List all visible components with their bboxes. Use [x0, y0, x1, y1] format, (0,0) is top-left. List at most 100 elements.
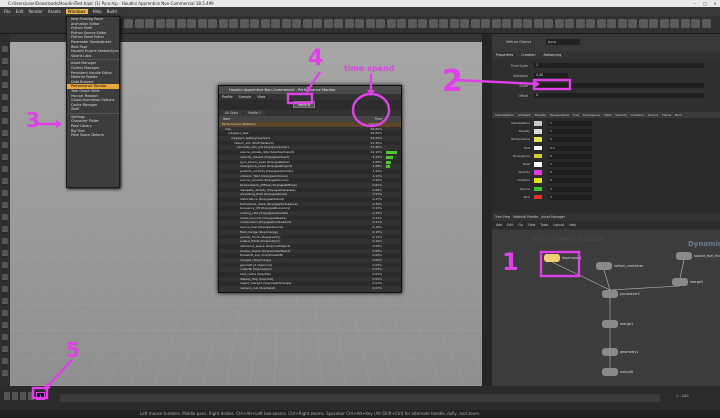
- menu-assets[interactable]: Assets: [48, 9, 61, 14]
- viewport-tool-icon[interactable]: [2, 178, 8, 184]
- attr-row-value[interactable]: 0: [548, 186, 592, 192]
- shelf-tool-icon[interactable]: [502, 19, 511, 28]
- prev-frame-button[interactable]: [12, 392, 18, 400]
- attr-row-value[interactable]: 0: [548, 170, 592, 176]
- network-node[interactable]: [602, 320, 618, 328]
- viewport-tool-icon[interactable]: [2, 166, 8, 172]
- menu-item-pose-space-deform[interactable]: Pose Space Deform: [67, 133, 119, 138]
- shelf-tool-icon[interactable]: [176, 19, 186, 28]
- network-node[interactable]: [544, 254, 560, 262]
- shelf-tool-icon[interactable]: [344, 19, 354, 28]
- stop-button[interactable]: [20, 392, 26, 400]
- network-menu-item[interactable]: Help: [569, 221, 576, 229]
- first-frame-button[interactable]: [4, 392, 10, 400]
- color-swatch[interactable]: [534, 153, 542, 159]
- menu-render[interactable]: Render: [28, 9, 42, 14]
- network-menu-item[interactable]: View: [528, 221, 536, 229]
- shelf-tool-icon[interactable]: [607, 19, 616, 28]
- shelf-tool-icon[interactable]: [124, 19, 133, 28]
- shelf-tool-icon[interactable]: [292, 19, 301, 28]
- maximize-icon[interactable]: □: [700, 0, 710, 7]
- attr-row-value[interactable]: 0: [548, 178, 592, 184]
- shelf-tool-icon[interactable]: [596, 19, 606, 28]
- viewport-tool-icon[interactable]: [2, 70, 8, 76]
- viewport-tool-icon[interactable]: [2, 274, 8, 280]
- shelf-tool-icon[interactable]: [586, 19, 595, 28]
- attr-tab[interactable]: Density: [535, 112, 546, 118]
- shelf-tool-icon[interactable]: [670, 19, 679, 28]
- timeline-track[interactable]: [60, 394, 660, 402]
- shelf-tool-icon[interactable]: [386, 19, 396, 28]
- param-tab-creation[interactable]: Creation: [517, 52, 539, 58]
- attr-tab[interactable]: Source: [648, 112, 658, 118]
- menu-edit[interactable]: Edit: [16, 9, 24, 14]
- viewport-tool-icon[interactable]: [2, 154, 8, 160]
- viewport-tool-icon[interactable]: [2, 214, 8, 220]
- shelf-tool-icon[interactable]: [554, 19, 564, 28]
- menu-windows[interactable]: Windows: [65, 9, 88, 14]
- attr-tab[interactable]: Temperature: [550, 112, 569, 118]
- shelf-tool-icon[interactable]: [302, 19, 312, 28]
- network-node[interactable]: [672, 278, 688, 286]
- shelf-tool-icon[interactable]: [439, 19, 448, 28]
- network-menu-item[interactable]: Add: [496, 221, 502, 229]
- viewport-tool-icon[interactable]: [2, 334, 8, 340]
- network-node[interactable]: [596, 262, 612, 270]
- shelf-tool-icon[interactable]: [218, 19, 228, 28]
- param-field[interactable]: 1: [534, 63, 704, 68]
- viewport-tool-icon[interactable]: [2, 250, 8, 256]
- attr-row-value[interactable]: 0.5: [548, 145, 592, 151]
- attr-row-value[interactable]: 0: [548, 194, 592, 200]
- record-button[interactable]: Record: [293, 101, 315, 108]
- color-swatch[interactable]: [534, 186, 542, 192]
- minimize-icon[interactable]: –: [690, 0, 700, 7]
- viewport-tool-icon[interactable]: [2, 46, 8, 52]
- viewport-tool-icon[interactable]: [2, 130, 8, 136]
- color-swatch[interactable]: [534, 137, 542, 142]
- viewport-tool-icon[interactable]: [2, 322, 8, 328]
- shelf-tool-icon[interactable]: [334, 19, 343, 28]
- shelf-tool-icon[interactable]: [397, 19, 406, 28]
- attr-tab[interactable]: Heat: [604, 112, 611, 118]
- shelf-tool-icon[interactable]: [197, 19, 207, 28]
- viewport-tool-icon[interactable]: [2, 82, 8, 88]
- node-name-field[interactable]: pyro: [546, 39, 580, 45]
- color-swatch[interactable]: [534, 194, 542, 200]
- menu-help[interactable]: Help: [93, 9, 102, 14]
- network-menu-item[interactable]: Layout: [553, 221, 564, 229]
- menu-item-shell[interactable]: Shell: [67, 107, 119, 112]
- viewport-tool-icon[interactable]: [2, 190, 8, 196]
- menu-item-solaris-labs[interactable]: Solaris Labs: [67, 54, 119, 59]
- shelf-tool-icon[interactable]: [617, 19, 627, 28]
- viewport-tool-icon[interactable]: [2, 286, 8, 292]
- viewport-tool-icon[interactable]: [2, 310, 8, 316]
- param-tab-properties[interactable]: Properties: [492, 52, 517, 58]
- attr-tab[interactable]: Ambient: [518, 112, 531, 118]
- viewport-tool-icon[interactable]: [2, 58, 8, 64]
- network-tab[interactable]: Tree View: [495, 214, 510, 221]
- shelf-tool-icon[interactable]: [239, 19, 249, 28]
- shelf-tool-icon[interactable]: [313, 19, 322, 28]
- shelf-tool-icon[interactable]: [460, 19, 469, 28]
- network-tab[interactable]: Material Palette: [513, 214, 538, 221]
- shelf-tool-icon[interactable]: [166, 19, 175, 28]
- shelf-tool-icon[interactable]: [428, 19, 438, 28]
- param-tab-advancing[interactable]: Advancing: [540, 52, 566, 58]
- viewport-tool-icon[interactable]: [2, 298, 8, 304]
- attr-tab[interactable]: Velocity: [615, 112, 627, 118]
- current-frame-field[interactable]: 1: [36, 392, 45, 400]
- range-end[interactable]: 240: [682, 394, 688, 398]
- param-field[interactable]: 0: [534, 93, 704, 98]
- shelf-tool-icon[interactable]: [481, 19, 490, 28]
- viewport-tool-icon[interactable]: [2, 238, 8, 244]
- shelf-tool-icon[interactable]: [208, 19, 217, 28]
- color-swatch[interactable]: [534, 178, 542, 183]
- menu-build[interactable]: Build: [107, 9, 117, 14]
- close-icon[interactable]: ×: [710, 0, 720, 7]
- shelf-tool-icon[interactable]: [628, 19, 637, 28]
- network-menu-item[interactable]: Tools: [540, 221, 548, 229]
- shelf-tool-icon[interactable]: [323, 19, 333, 28]
- attr-row-value[interactable]: 0: [548, 137, 592, 143]
- attr-tab[interactable]: Visualization: [495, 112, 514, 118]
- shelf-tool-icon[interactable]: [376, 19, 385, 28]
